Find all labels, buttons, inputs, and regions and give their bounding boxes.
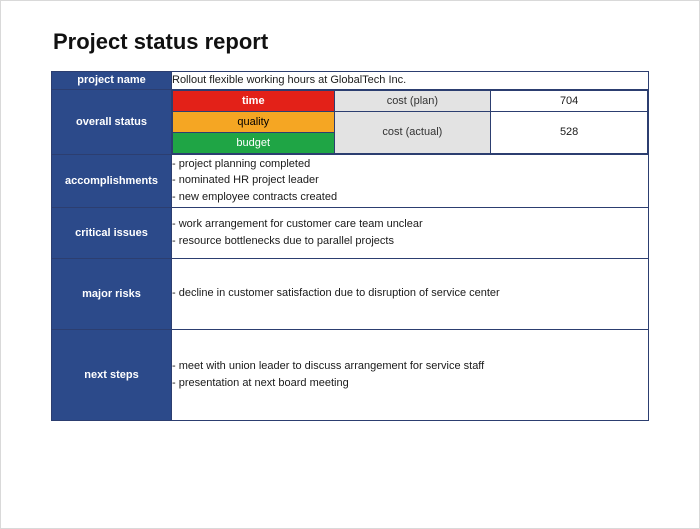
- row-major-risks: major risks - decline in customer satisf…: [52, 258, 649, 329]
- value-cost-actual: 528: [491, 111, 648, 153]
- document-page: Project status report project name Rollo…: [0, 0, 700, 529]
- row-overall-status: overall status time cost (plan) 704 qual…: [52, 89, 649, 154]
- label-major-risks: major risks: [52, 258, 172, 329]
- status-quality: quality: [173, 111, 335, 132]
- status-time: time: [173, 90, 335, 111]
- value-project-name: Rollout flexible working hours at Global…: [172, 72, 649, 90]
- label-cost-actual: cost (actual): [334, 111, 491, 153]
- label-critical-issues: critical issues: [52, 207, 172, 258]
- value-accomplishments: - project planning completed- nominated …: [172, 154, 649, 207]
- label-accomplishments: accomplishments: [52, 154, 172, 207]
- status-table: project name Rollout flexible working ho…: [51, 71, 649, 421]
- row-project-name: project name Rollout flexible working ho…: [52, 72, 649, 90]
- label-overall-status: overall status: [52, 89, 172, 154]
- status-grid: time cost (plan) 704 quality cost (actua…: [172, 90, 648, 154]
- status-budget: budget: [173, 132, 335, 153]
- row-next-steps: next steps - meet with union leader to d…: [52, 329, 649, 420]
- value-critical-issues: - work arrangement for customer care tea…: [172, 207, 649, 258]
- row-accomplishments: accomplishments - project planning compl…: [52, 154, 649, 207]
- value-next-steps: - meet with union leader to discuss arra…: [172, 329, 649, 420]
- value-overall-status: time cost (plan) 704 quality cost (actua…: [172, 89, 649, 154]
- label-next-steps: next steps: [52, 329, 172, 420]
- value-cost-plan: 704: [491, 90, 648, 111]
- row-critical-issues: critical issues - work arrangement for c…: [52, 207, 649, 258]
- label-project-name: project name: [52, 72, 172, 90]
- label-cost-plan: cost (plan): [334, 90, 491, 111]
- page-title: Project status report: [53, 29, 649, 55]
- value-major-risks: - decline in customer satisfaction due t…: [172, 258, 649, 329]
